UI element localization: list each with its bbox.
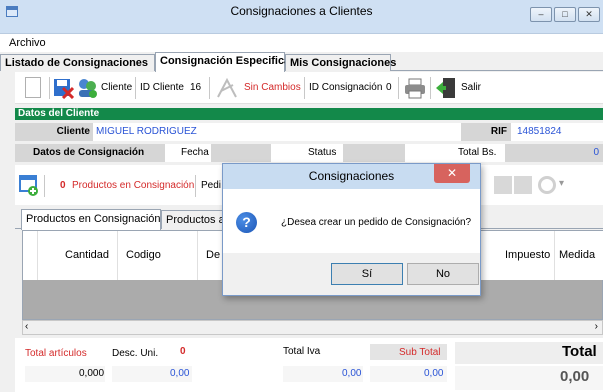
total-articulos-label: Total artículos xyxy=(25,348,87,359)
tab-productos-a[interactable]: Productos a xyxy=(161,210,231,229)
title-bar: Consignaciones a Clientes – □ ✕ xyxy=(0,0,603,34)
printer-icon[interactable] xyxy=(404,77,426,99)
cliente-label: Cliente xyxy=(15,123,93,141)
no-button[interactable]: No xyxy=(407,263,479,285)
new-document-icon[interactable] xyxy=(25,77,41,98)
confirm-dialog: Consignaciones ✕ ? ¿Desea crear un pedid… xyxy=(222,163,481,296)
productos-label: Productos en Consignación xyxy=(72,180,195,191)
cliente-icon[interactable] xyxy=(76,77,98,99)
consignacion-label: Datos de Consignación xyxy=(15,144,165,162)
total-iva-value: 0,00 xyxy=(342,368,362,379)
total-iva-label: Total Iva xyxy=(283,346,321,357)
grid-row-selector-header xyxy=(23,231,38,280)
id-cliente-label: ID Cliente xyxy=(140,82,184,93)
rif-label: RIF xyxy=(461,123,511,141)
window-title: Consignaciones a Clientes xyxy=(230,4,373,18)
col-cantidad[interactable]: Cantidad xyxy=(38,231,118,280)
yes-button[interactable]: Sí xyxy=(331,263,403,285)
menu-bar: Archivo xyxy=(0,34,603,52)
tab-listado-consignaciones[interactable]: Listado de Consignaciones xyxy=(0,54,155,71)
tab-productos-en-consignacion[interactable]: Productos en Consignación xyxy=(21,209,161,230)
desc-uni-value: 0 xyxy=(180,346,186,357)
status-field[interactable] xyxy=(343,144,405,162)
id-cliente-value: 16 xyxy=(190,82,202,93)
datos-cliente-header: Datos del Cliente xyxy=(15,108,603,120)
col-impuesto[interactable]: Impuesto xyxy=(501,231,555,280)
question-icon: ? xyxy=(236,212,257,233)
total-articulos-value: 0,000 xyxy=(79,368,105,379)
maximize-button[interactable]: □ xyxy=(554,7,576,22)
grid-disabled-icon-2 xyxy=(514,176,532,194)
total-value: 0,00 xyxy=(560,368,590,385)
cliente-row: Cliente MIGUEL RODRIGUEZ RIF 14851824 xyxy=(15,123,603,141)
scroll-left-icon[interactable]: ‹ xyxy=(25,321,28,332)
id-consignacion-label: ID Consignación xyxy=(309,82,383,93)
dialog-body: ? ¿Desea crear un pedido de Consignación… xyxy=(223,189,480,253)
dropdown-arrow-icon: ▾ xyxy=(559,178,565,189)
id-consignacion-value: 0 xyxy=(386,82,392,93)
close-button[interactable]: ✕ xyxy=(578,7,600,22)
fecha-label: Fecha xyxy=(181,147,209,158)
grid-disabled-icon xyxy=(494,176,512,194)
add-product-icon[interactable] xyxy=(19,174,39,196)
scroll-right-icon[interactable]: › xyxy=(595,321,598,332)
productos-count: 0 xyxy=(60,180,66,191)
dialog-message: ¿Desea crear un pedido de Consignación? xyxy=(281,217,472,228)
tab-mis-consignaciones[interactable]: Mis Consignaciones xyxy=(285,54,396,71)
exit-icon[interactable] xyxy=(435,77,457,99)
save-delete-icon[interactable] xyxy=(54,77,75,100)
desc-uni-amount: 0,00 xyxy=(170,368,190,379)
refresh-disabled-icon xyxy=(538,176,556,194)
menu-archivo[interactable]: Archivo xyxy=(9,37,46,49)
fecha-field[interactable] xyxy=(211,144,271,162)
total-bs-value: 0 xyxy=(505,144,603,162)
minimize-button[interactable]: – xyxy=(530,7,552,22)
cliente-value: MIGUEL RODRIGUEZ xyxy=(96,126,197,137)
col-medida[interactable]: Medida xyxy=(555,231,603,280)
salir-button[interactable]: Salir xyxy=(461,82,481,93)
status-label: Status xyxy=(308,147,337,158)
toolbar: Cliente ID Cliente 16 Sin Cambios ID Con… xyxy=(15,72,603,104)
dialog-close-button[interactable]: ✕ xyxy=(434,164,470,183)
rif-value: 14851824 xyxy=(517,126,562,137)
desc-uni-label: Desc. Uni. xyxy=(112,348,159,359)
dialog-footer: Sí No xyxy=(223,253,480,295)
total-label: Total xyxy=(562,343,597,360)
pedido-button[interactable]: Pedi xyxy=(201,180,221,191)
sin-cambios-status: Sin Cambios xyxy=(244,82,301,93)
col-codigo[interactable]: Codigo xyxy=(118,231,198,280)
sub-total-label: Sub Total xyxy=(399,347,441,358)
sub-total-value: 0,00 xyxy=(424,368,444,379)
consignacion-row: Datos de Consignación Fecha Status Total… xyxy=(15,144,603,162)
tab-consignacion-especifica[interactable]: Consignación Especifica xyxy=(155,52,290,72)
cliente-button[interactable]: Cliente xyxy=(101,82,132,93)
main-tabs: Listado de Consignaciones Consignación E… xyxy=(0,52,603,72)
horizontal-scrollbar[interactable]: ‹ › xyxy=(22,320,603,335)
totals-panel: Total artículos 0,000 Desc. Uni. 0 0,00 … xyxy=(15,338,603,392)
total-bs-label: Total Bs. xyxy=(458,147,497,158)
edit-disabled-icon xyxy=(215,77,239,99)
